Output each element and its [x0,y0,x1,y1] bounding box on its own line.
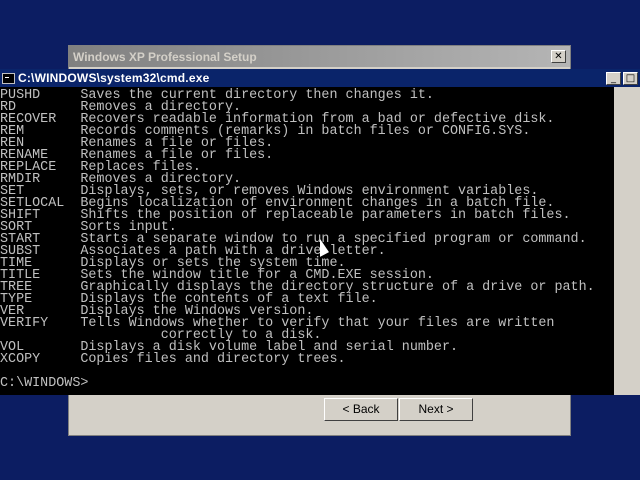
next-button[interactable]: Next > [399,398,473,421]
setup-window-title: Windows XP Professional Setup [73,49,257,64]
console-line: XCOPY Copies files and directory trees. [0,352,614,367]
maximize-button[interactable]: □ [623,71,638,85]
setup-titlebar: Windows XP Professional Setup ✕ [69,46,570,67]
cmd-window: C:\WINDOWS\system32\cmd.exe _ □ PUSHD Sa… [0,69,640,395]
back-button[interactable]: < Back [324,398,398,421]
prompt-text: C:\WINDOWS> [0,376,89,391]
setup-close-button[interactable]: ✕ [551,50,566,63]
cmd-window-icon[interactable] [2,72,15,84]
minimize-button[interactable]: _ [606,71,621,85]
console-scrollbar-area [614,87,640,395]
mouse-pointer-icon [320,238,329,262]
command-prompt: C:\WINDOWS> [0,376,614,391]
cmd-titlebar[interactable]: C:\WINDOWS\system32\cmd.exe _ □ [0,69,640,87]
command-description: Copies files and directory trees. [80,352,346,367]
console-output[interactable]: PUSHD Saves the current directory then c… [0,87,614,395]
console-line [0,366,614,378]
cmd-window-title: C:\WINDOWS\system32\cmd.exe [18,71,210,85]
console-text: PUSHD Saves the current directory then c… [0,87,614,390]
